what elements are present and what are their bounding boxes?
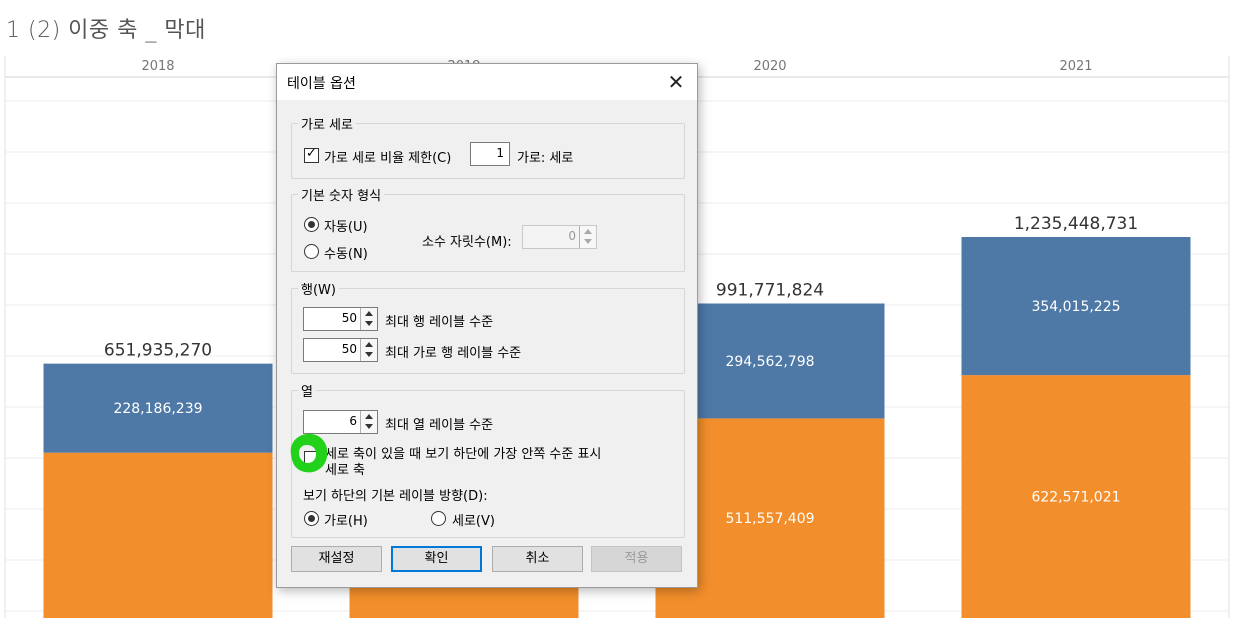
spin-up-icon[interactable] (365, 311, 373, 316)
aspect-group: 가로 세로 ✓ 가로 세로 비율 제한(C) 1 가로: 세로 (291, 114, 685, 179)
bar-segment-2018-bottom (43, 452, 273, 618)
close-icon[interactable]: ✕ (659, 66, 693, 98)
manual-radio[interactable] (304, 244, 319, 259)
spin-down-icon[interactable] (365, 352, 373, 357)
manual-radio-label: 수동(N) (324, 247, 368, 262)
sheet-title: 1 (2) 이중 축 _ 막대 (6, 18, 206, 43)
max-col-level-value: 6 (349, 414, 357, 428)
aspect-limit-checkbox[interactable]: ✓ (304, 146, 319, 163)
dialog-titlebar[interactable]: 테이블 옵션 ✕ (277, 64, 697, 100)
innermost-level-label-line2: 세로 축 (325, 463, 366, 478)
column-header-2018[interactable]: 2018 (5, 59, 311, 74)
apply-button[interactable]: 적용 (591, 546, 682, 572)
data-label-top-2021: 354,015,225 (1031, 299, 1120, 315)
data-label-bottom-2021: 622,571,021 (1031, 490, 1120, 506)
auto-radio-label: 자동(U) (324, 220, 368, 235)
dialog-title: 테이블 옵션 (287, 76, 356, 92)
number-format-group-label: 기본 숫자 형식 (298, 185, 385, 204)
cancel-button[interactable]: 취소 (492, 546, 583, 572)
number-format-group: 기본 숫자 형식 자동(U) 수동(N) 소수 자릿수(M): 0 (291, 185, 685, 272)
total-label-2020: 991,771,824 (716, 280, 824, 300)
columns-group-label: 열 (298, 381, 316, 400)
total-label-2021: 1,235,448,731 (1014, 214, 1138, 234)
auto-radio[interactable] (304, 217, 319, 232)
max-row-level-label: 최대 행 레이블 수준 (385, 315, 494, 330)
max-horiz-row-level-value: 50 (341, 342, 357, 356)
spin-up-icon[interactable] (584, 229, 592, 234)
spin-down-icon[interactable] (584, 239, 592, 244)
label-direction-label: 보기 하단의 기본 레이블 방향(D): (303, 489, 488, 504)
aspect-limit-label: 가로 세로 비율 제한(C) (324, 151, 452, 166)
ok-button[interactable]: 확인 (391, 546, 482, 572)
column-header-2021[interactable]: 2021 (923, 59, 1229, 74)
highlight-marker (290, 433, 328, 473)
total-label-2018: 651,935,270 (104, 341, 212, 361)
decimals-value: 0 (568, 229, 576, 243)
spin-down-icon[interactable] (365, 321, 373, 326)
aspect-ratio-input[interactable]: 1 (470, 142, 510, 166)
vertical-radio-label: 세로(V) (452, 514, 495, 529)
aspect-group-label: 가로 세로 (298, 114, 356, 133)
decimals-label: 소수 자릿수(M): (422, 235, 512, 250)
data-label-top-2018: 228,186,239 (113, 401, 202, 417)
innermost-level-label-line1: 세로 축이 있을 때 보기 하단에 가장 안쪽 수준 표시 (325, 447, 602, 462)
horizontal-radio[interactable] (304, 511, 319, 526)
radio-dot-icon (308, 221, 315, 228)
table-options-dialog: 테이블 옵션 ✕ 가로 세로 ✓ 가로 세로 비율 제한(C) 1 가로: 세로… (276, 63, 698, 588)
spin-down-icon[interactable] (365, 424, 373, 429)
max-horiz-row-level-label: 최대 가로 행 레이블 수준 (385, 346, 522, 361)
checkmark-icon: ✓ (306, 146, 317, 161)
radio-dot-icon (308, 515, 315, 522)
spin-up-icon[interactable] (365, 342, 373, 347)
max-col-level-label: 최대 열 레이블 수준 (385, 418, 494, 433)
rows-group-label: 행(W) (298, 279, 339, 298)
horizontal-radio-label: 가로(H) (324, 514, 368, 529)
decimals-stepper[interactable]: 0 (522, 225, 597, 249)
reset-button[interactable]: 재설정 (291, 546, 382, 572)
aspect-ratio-suffix: 가로: 세로 (517, 151, 574, 166)
max-row-level-stepper[interactable]: 50 (303, 307, 378, 331)
spin-up-icon[interactable] (365, 414, 373, 419)
columns-group: 열 6 최대 열 레이블 수준 세로 축이 있을 때 보기 하단에 가장 안쪽 … (291, 381, 685, 538)
max-row-level-value: 50 (341, 311, 357, 325)
max-horiz-row-level-stepper[interactable]: 50 (303, 338, 378, 362)
rows-group: 행(W) 50 최대 행 레이블 수준 50 최대 가로 행 레이블 수준 (291, 279, 685, 374)
data-label-top-2020: 294,562,798 (725, 354, 814, 370)
vertical-radio[interactable] (431, 511, 446, 526)
data-label-bottom-2020: 511,557,409 (725, 511, 814, 527)
aspect-ratio-value: 1 (496, 146, 504, 160)
